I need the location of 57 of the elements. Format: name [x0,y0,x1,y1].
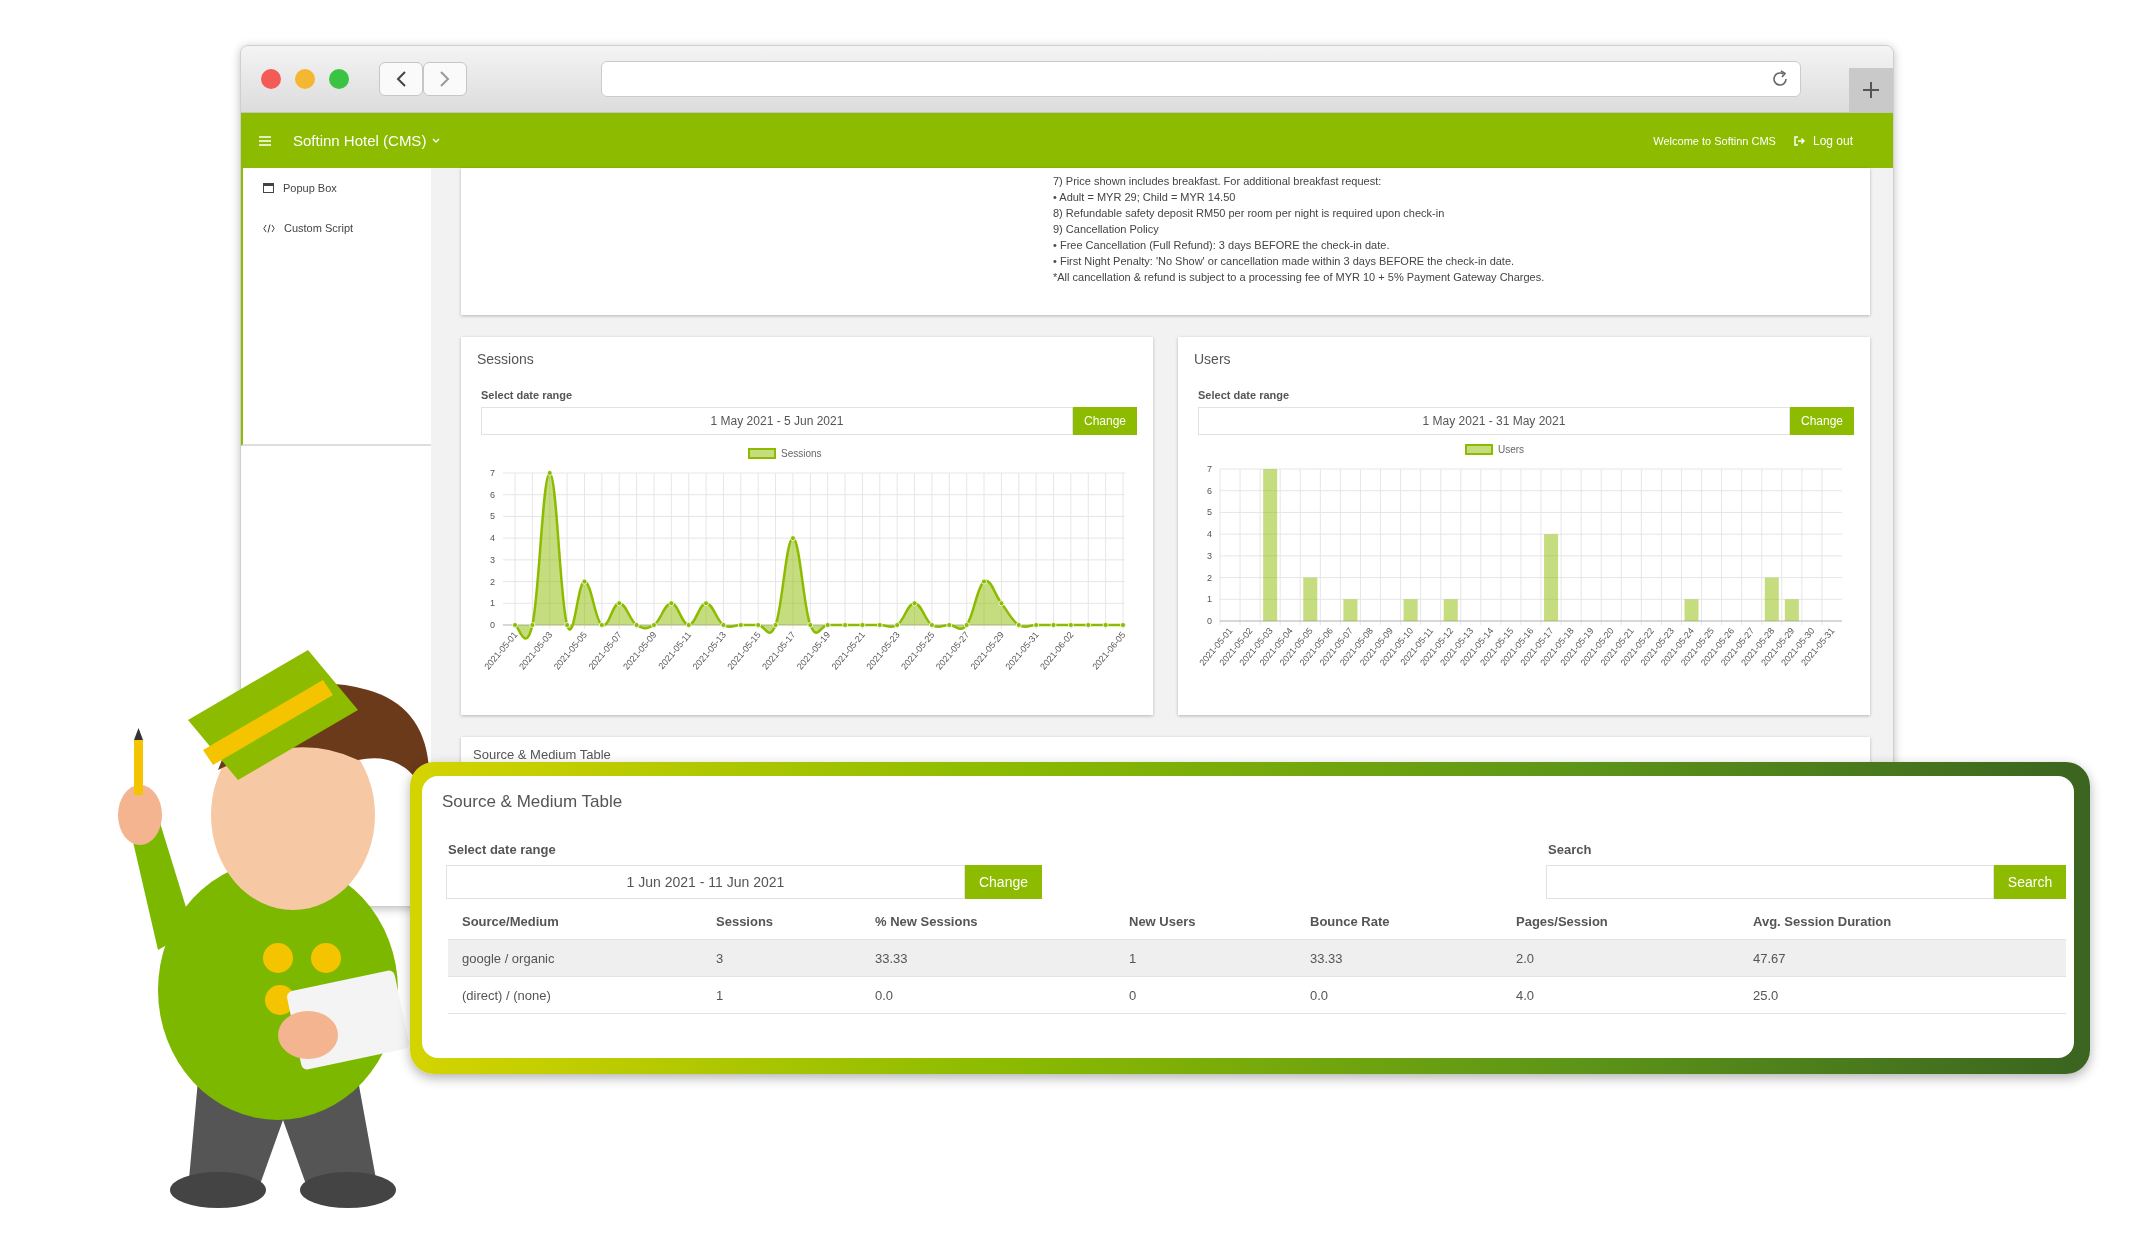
table-cell-text: (direct) / (none) [462,987,552,1003]
field-label: Select date range [1198,389,1291,401]
field-label: Search [1548,842,1593,857]
table-cell-text: 33.33 [1310,950,1344,966]
column-header: Bounce Rate [1310,913,1391,929]
card-title: Source & Medium Table [473,747,612,762]
card-title: Source & Medium Table [442,792,624,812]
column-header: Avg. Session Duration [1753,913,1893,929]
column-header: Sessions [716,913,775,929]
column-header: New Users [1129,913,1197,929]
chart-legend: Users [1465,444,1525,455]
table-cell-text: 47.67 [1753,950,1787,966]
policy-text: 7) Price shown includes breakfast. For additional breakfast request: [1053,174,1383,189]
policy-text: *All cancellation & refund is subject to a processing fee of MYR 10 + 5% Payment Gateway Charges. [1053,270,1546,285]
table-cell-text: 1 [1129,950,1138,966]
column-header: Pages/Session [1516,913,1609,929]
field-label: Select date range [448,842,557,857]
table-cell-text: 33.33 [875,950,909,966]
legend-label: Users [1498,444,1525,455]
axis-label: 7 [490,468,495,478]
policy-text: • Free Cancellation (Full Refund): 3 days BEFORE the check-in date. [1053,238,1391,253]
axis-label: 3 [1207,550,1212,561]
legend-label: Sessions [781,448,822,459]
column-header: % New Sessions [875,913,979,929]
axis-label: 5 [1207,507,1212,518]
table-cell-text: 2.0 [1516,950,1536,966]
card-title: Sessions [477,351,535,367]
axis-label: 4 [1207,529,1212,540]
table-cell-text: 25.0 [1753,987,1780,1003]
axis-label: 1 [1207,594,1212,605]
card-title: Users [1194,351,1232,367]
welcome-text: Welcome to Softinn CMS [1653,134,1776,147]
axis-label: 0 [1207,616,1212,626]
axis-label: 1 [490,598,495,609]
table-cell-text: google / organic [462,950,556,966]
axis-label: 3 [490,554,495,565]
table-cell-text: 0 [1129,987,1138,1003]
table-cell-text: 0.0 [1310,987,1330,1003]
axis-label: 6 [1207,485,1212,496]
chart-legend: Sessions [748,448,822,459]
policy-text: 8) Refundable safety deposit RM50 per room per night is required upon check-in [1053,206,1446,221]
policy-text: • Adult = MYR 29; Child = MYR 14.50 [1053,190,1237,205]
table-cell-text: 0.0 [875,987,895,1003]
axis-label: 6 [490,489,495,500]
table-cell-text: 3 [716,950,725,966]
column-header: Source/Medium [462,913,560,929]
axis-label: 2 [1207,572,1212,583]
axis-label: 2 [490,576,495,587]
axis-label: 4 [490,533,495,544]
table-cell-text: 4.0 [1516,987,1536,1003]
axis-label: 0 [490,620,495,630]
policy-text: • First Night Penalty: 'No Show' or cancellation made within 3 days BEFORE the check-in date. [1053,254,1516,269]
axis-label: 7 [1207,464,1212,474]
table-cell-text: 1 [716,987,725,1003]
field-label: Select date range [481,389,574,401]
axis-label: 5 [490,511,495,522]
policy-text: 9) Cancellation Policy [1053,222,1160,237]
